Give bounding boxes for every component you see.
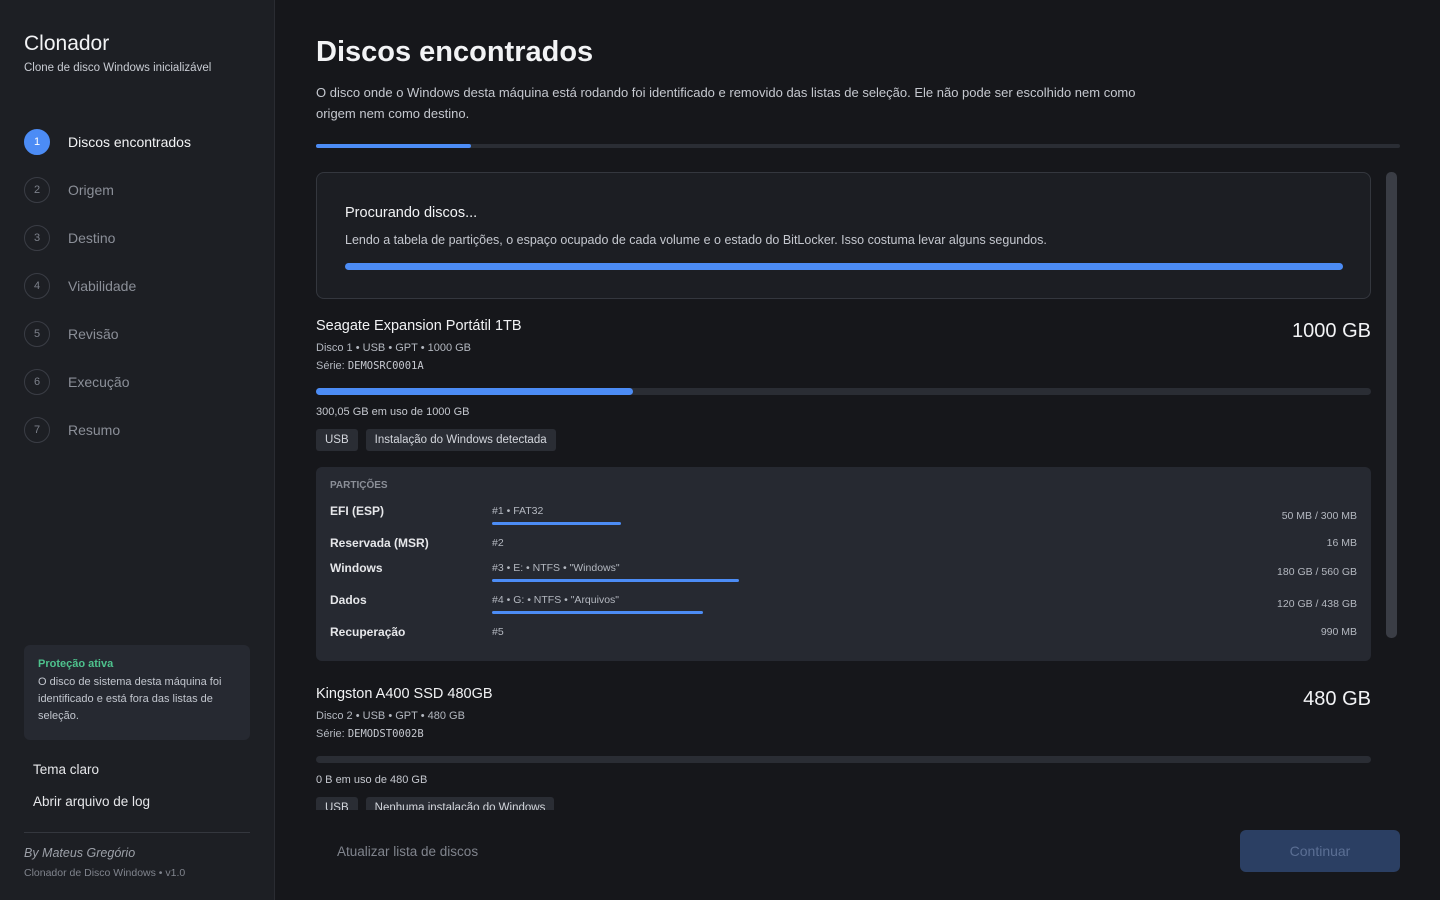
- partition-info: #2: [492, 537, 504, 549]
- protection-text: O disco de sistema desta máquina foi ide…: [38, 676, 222, 722]
- partition-size: 180 GB / 560 GB: [1277, 566, 1357, 578]
- partition-name: Windows: [330, 561, 383, 575]
- serial-label: Série:: [316, 360, 345, 372]
- disk-size: 1000 GB: [1292, 320, 1371, 342]
- scanning-progress-bar: [345, 263, 1343, 270]
- partition-name: Reservada (MSR): [330, 536, 429, 550]
- step-execucao[interactable]: 6 Execução: [24, 358, 254, 406]
- tag-windows-status: Nenhuma instalação do Windows: [365, 797, 555, 810]
- partition-size: 16 MB: [1326, 537, 1357, 549]
- step-revisao[interactable]: 5 Revisão: [24, 310, 254, 358]
- disk-tags: USB Instalação do Windows detectada: [316, 429, 556, 451]
- partition-size: 990 MB: [1320, 626, 1357, 638]
- page-description: O disco onde o Windows desta máquina est…: [316, 85, 1136, 121]
- protection-title: Proteção ativa: [38, 658, 114, 670]
- disk-usage-text: 300,05 GB em uso de 1000 GB: [316, 406, 470, 418]
- step-number: 3: [24, 225, 50, 251]
- author-credit: By Mateus Gregório: [24, 846, 136, 860]
- step-number: 2: [24, 177, 50, 203]
- partition-size: 120 GB / 438 GB: [1277, 598, 1357, 610]
- disk-name: Kingston A400 SSD 480GB: [316, 686, 493, 702]
- step-label: Resumo: [68, 422, 121, 438]
- step-resumo[interactable]: 7 Resumo: [24, 406, 254, 454]
- partition-row: Windows #3 • E: • NTFS • "Windows" 180 G…: [316, 561, 1371, 582]
- step-label: Discos encontrados: [68, 134, 191, 150]
- wizard-progress-bar: [316, 144, 1400, 148]
- refresh-disks-button[interactable]: Atualizar lista de discos: [337, 844, 478, 859]
- disk-usage-bar: [316, 756, 1371, 763]
- disk-list-scroll-area[interactable]: Procurando discos... Lendo a tabela de p…: [316, 172, 1371, 810]
- partition-usage-bar: [492, 611, 703, 614]
- scrollbar-thumb[interactable]: [1386, 172, 1397, 638]
- step-label: Origem: [68, 182, 114, 198]
- disk-usage-text: 0 B em uso de 480 GB: [316, 774, 428, 786]
- partition-info: #3 • E: • NTFS • "Windows": [492, 562, 620, 574]
- partitions-panel: PARTIÇÕES EFI (ESP) #1 • FAT32 50 MB / 3…: [316, 467, 1371, 661]
- partition-row: Dados #4 • G: • NTFS • "Arquivos" 120 GB…: [316, 593, 1371, 614]
- partition-usage-bar: [492, 522, 621, 525]
- disk-serial: Série: DEMODST0002B: [316, 728, 424, 740]
- scanning-text: Lendo a tabela de partições, o espaço oc…: [345, 233, 1047, 247]
- partition-name: Recuperação: [330, 625, 406, 639]
- step-destino[interactable]: 3 Destino: [24, 214, 254, 262]
- disk-serial: Série: DEMOSRC0001A: [316, 360, 424, 372]
- partition-info: #1 • FAT32: [492, 505, 544, 517]
- partition-usage-bar: [492, 579, 740, 582]
- step-number: 7: [24, 417, 50, 443]
- scanning-title: Procurando discos...: [345, 205, 478, 221]
- disk-card[interactable]: Kingston A400 SSD 480GB 480 GB Disco 2 •…: [316, 686, 1371, 810]
- disk-size: 480 GB: [1303, 688, 1371, 710]
- sidebar-divider: [24, 832, 250, 833]
- scanning-card: Procurando discos... Lendo a tabela de p…: [316, 172, 1371, 299]
- wizard-progress-fill: [316, 144, 471, 148]
- disk-card[interactable]: Seagate Expansion Portátil 1TB 1000 GB D…: [316, 318, 1371, 668]
- step-label: Viabilidade: [68, 278, 137, 294]
- step-discos-encontrados[interactable]: 1 Discos encontrados: [24, 118, 254, 166]
- partition-name: EFI (ESP): [330, 504, 385, 518]
- disk-tags: USB Nenhuma instalação do Windows: [316, 797, 555, 810]
- disk-meta: Disco 1 • USB • GPT • 1000 GB: [316, 342, 472, 354]
- open-log-button[interactable]: Abrir arquivo de log: [33, 794, 150, 809]
- disk-usage-bar: [316, 388, 1371, 395]
- partition-row: EFI (ESP) #1 • FAT32 50 MB / 300 MB: [316, 504, 1371, 525]
- step-label: Execução: [68, 374, 130, 390]
- tag-usb: USB: [316, 797, 358, 810]
- theme-toggle-button[interactable]: Tema claro: [33, 762, 99, 777]
- partition-row: Recuperação #5 990 MB: [316, 625, 1371, 645]
- step-origem[interactable]: 2 Origem: [24, 166, 254, 214]
- page-title: Discos encontrados: [316, 36, 594, 68]
- partitions-header: PARTIÇÕES: [330, 480, 388, 491]
- step-number: 6: [24, 369, 50, 395]
- app-title: Clonador: [24, 32, 110, 55]
- step-number: 1: [24, 129, 50, 155]
- partition-info: #5: [492, 626, 504, 638]
- step-label: Destino: [68, 230, 116, 246]
- tag-windows-detected: Instalação do Windows detectada: [365, 429, 556, 451]
- disk-meta: Disco 2 • USB • GPT • 480 GB: [316, 710, 465, 722]
- partition-info: #4 • G: • NTFS • "Arquivos": [492, 594, 620, 606]
- serial-label: Série:: [316, 728, 345, 740]
- tag-usb: USB: [316, 429, 358, 451]
- partition-size: 50 MB / 300 MB: [1281, 510, 1357, 522]
- serial-value: DEMOSRC0001A: [347, 360, 424, 372]
- step-label: Revisão: [68, 326, 119, 342]
- app-version: Clonador de Disco Windows • v1.0: [24, 867, 186, 879]
- wizard-steps: 1 Discos encontrados 2 Origem 3 Destino …: [24, 118, 254, 454]
- step-number: 5: [24, 321, 50, 347]
- continue-button[interactable]: Continuar: [1240, 830, 1400, 872]
- step-viabilidade[interactable]: 4 Viabilidade: [24, 262, 254, 310]
- partition-name: Dados: [330, 593, 367, 607]
- sidebar: Clonador Clone de disco Windows iniciali…: [0, 0, 275, 900]
- serial-value: DEMODST0002B: [347, 728, 424, 740]
- protection-notice: Proteção ativa O disco de sistema desta …: [24, 645, 250, 740]
- app-subtitle: Clone de disco Windows inicializável: [24, 62, 212, 74]
- step-number: 4: [24, 273, 50, 299]
- disk-usage-fill: [316, 388, 633, 395]
- disk-name: Seagate Expansion Portátil 1TB: [316, 318, 522, 334]
- partition-row: Reservada (MSR) #2 16 MB: [316, 536, 1371, 556]
